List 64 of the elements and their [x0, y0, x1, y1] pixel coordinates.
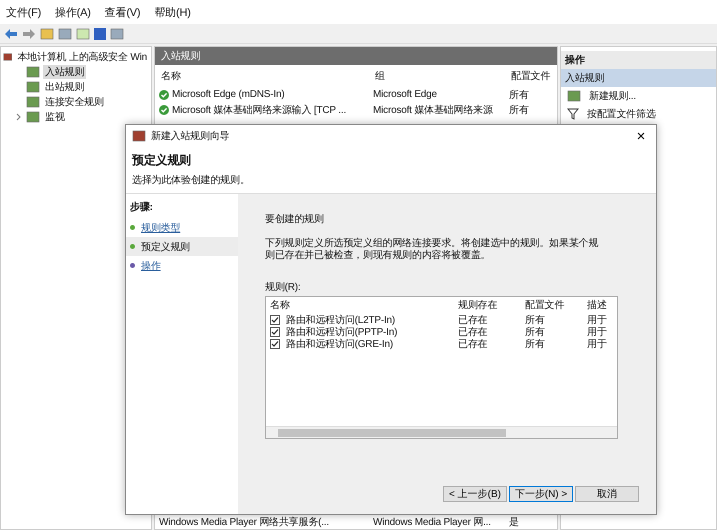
table-cell-text: Windows Media Player 网... — [373, 516, 491, 528]
check-circle-icon — [159, 104, 169, 114]
wizard-button[interactable]: 下一步(N) > — [509, 486, 573, 502]
table-cell-text: 所有 — [525, 326, 546, 338]
table-cell-text: 用于 — [587, 326, 608, 339]
table-cell-text: 用于 — [587, 338, 608, 351]
step-item[interactable]: 操作 — [126, 256, 238, 275]
table-cell-text: 所有 — [509, 88, 529, 102]
table-cell-text: Microsoft 媒体基础网络来源输入 [TCP ... — [172, 104, 346, 116]
menu-item[interactable]: 操作(A) — [55, 4, 91, 20]
actions-section[interactable]: 入站规则 — [561, 69, 716, 87]
table-cell-text: 已存在 — [458, 326, 488, 339]
actions-header: 操作 — [561, 51, 716, 69]
tree-item[interactable]: 监视 — [43, 110, 67, 124]
steps-label: 步骤: — [129, 200, 154, 215]
column-header[interactable]: 规则存在 — [458, 298, 525, 312]
table-cell-text: 是 — [509, 516, 519, 528]
table-cell-text: 路由和远程访问(L2TP-In) — [286, 314, 396, 326]
page-heading: 预定义规则 — [130, 152, 192, 169]
table-cell-text: 已存在 — [458, 338, 488, 351]
table-cell-text: 所有 — [525, 338, 546, 351]
section-title: 要创建的规则 — [265, 212, 325, 226]
horizontal-scrollbar[interactable] — [266, 426, 617, 438]
tree-item[interactable]: 连接安全规则 — [43, 94, 106, 108]
column-header[interactable]: 名称 — [161, 69, 375, 83]
column-header[interactable]: 组 — [375, 69, 511, 83]
table-cell: Microsoft Edge (mDNS-In) — [172, 89, 284, 100]
wizard-button[interactable]: < 上一步(B) — [443, 486, 507, 502]
description-text: 下列规则定义所选预定义组的网络连接要求。将创建选中的规则。如果某个规则已存在并已被检查，则现有规则的内容将被覆盖。 — [265, 238, 600, 262]
back-arrow-icon[interactable] — [4, 28, 18, 40]
checkbox[interactable] — [270, 339, 280, 349]
table-cell-text: 所有 — [509, 104, 529, 116]
checkbox[interactable] — [270, 315, 280, 325]
dialog-title: 新建入站规则向导 — [151, 130, 230, 143]
table-cell-text: 已存在 — [458, 314, 488, 327]
column-header[interactable]: 描述 — [587, 298, 617, 312]
column-header[interactable]: 配置文件 — [525, 298, 587, 312]
filter-icon — [567, 108, 579, 120]
wizard-button[interactable]: 取消 — [575, 486, 639, 502]
table-cell-text: Microsoft 媒体基础网络来源 — [373, 104, 493, 116]
table-cell: Microsoft Edge — [373, 89, 437, 100]
action-link[interactable]: 按配置文件筛选 — [587, 107, 656, 121]
tree-item[interactable]: 本地计算机 上的高级安全 Win — [15, 50, 149, 64]
step-item[interactable]: 预定义规则 — [126, 237, 238, 256]
table-cell-text: 所有 — [525, 314, 546, 326]
table-cell-text: 用于 — [587, 314, 608, 327]
table-cell-text: Windows Media Player 网络共享服务(... — [159, 516, 329, 528]
action-link[interactable]: 新建规则... — [589, 89, 636, 103]
column-header[interactable]: 配置文件 — [511, 69, 559, 83]
menu-item[interactable]: 文件(F) — [6, 4, 42, 20]
tree-item[interactable]: 出站规则 — [43, 80, 86, 94]
menu-item[interactable]: 帮助(H) — [154, 4, 191, 20]
table-cell-text: 路由和远程访问(GRE-In) — [286, 338, 394, 351]
table-cell-text: 路由和远程访问(PPTP-In) — [286, 326, 398, 338]
tree-item[interactable]: 入站规则 — [43, 64, 86, 78]
close-button[interactable]: × — [626, 125, 656, 147]
check-circle-icon — [159, 90, 169, 100]
column-header[interactable]: 名称 — [270, 298, 458, 312]
checkbox[interactable] — [270, 327, 280, 337]
step-item[interactable]: 规则类型 — [126, 218, 238, 237]
menu-item[interactable]: 查看(V) — [104, 4, 140, 20]
page-subtitle: 选择为此体验创建的规则。 — [131, 174, 251, 188]
pane-title: 入站规则 — [155, 47, 557, 65]
list-label: 规则(R): — [265, 281, 302, 294]
